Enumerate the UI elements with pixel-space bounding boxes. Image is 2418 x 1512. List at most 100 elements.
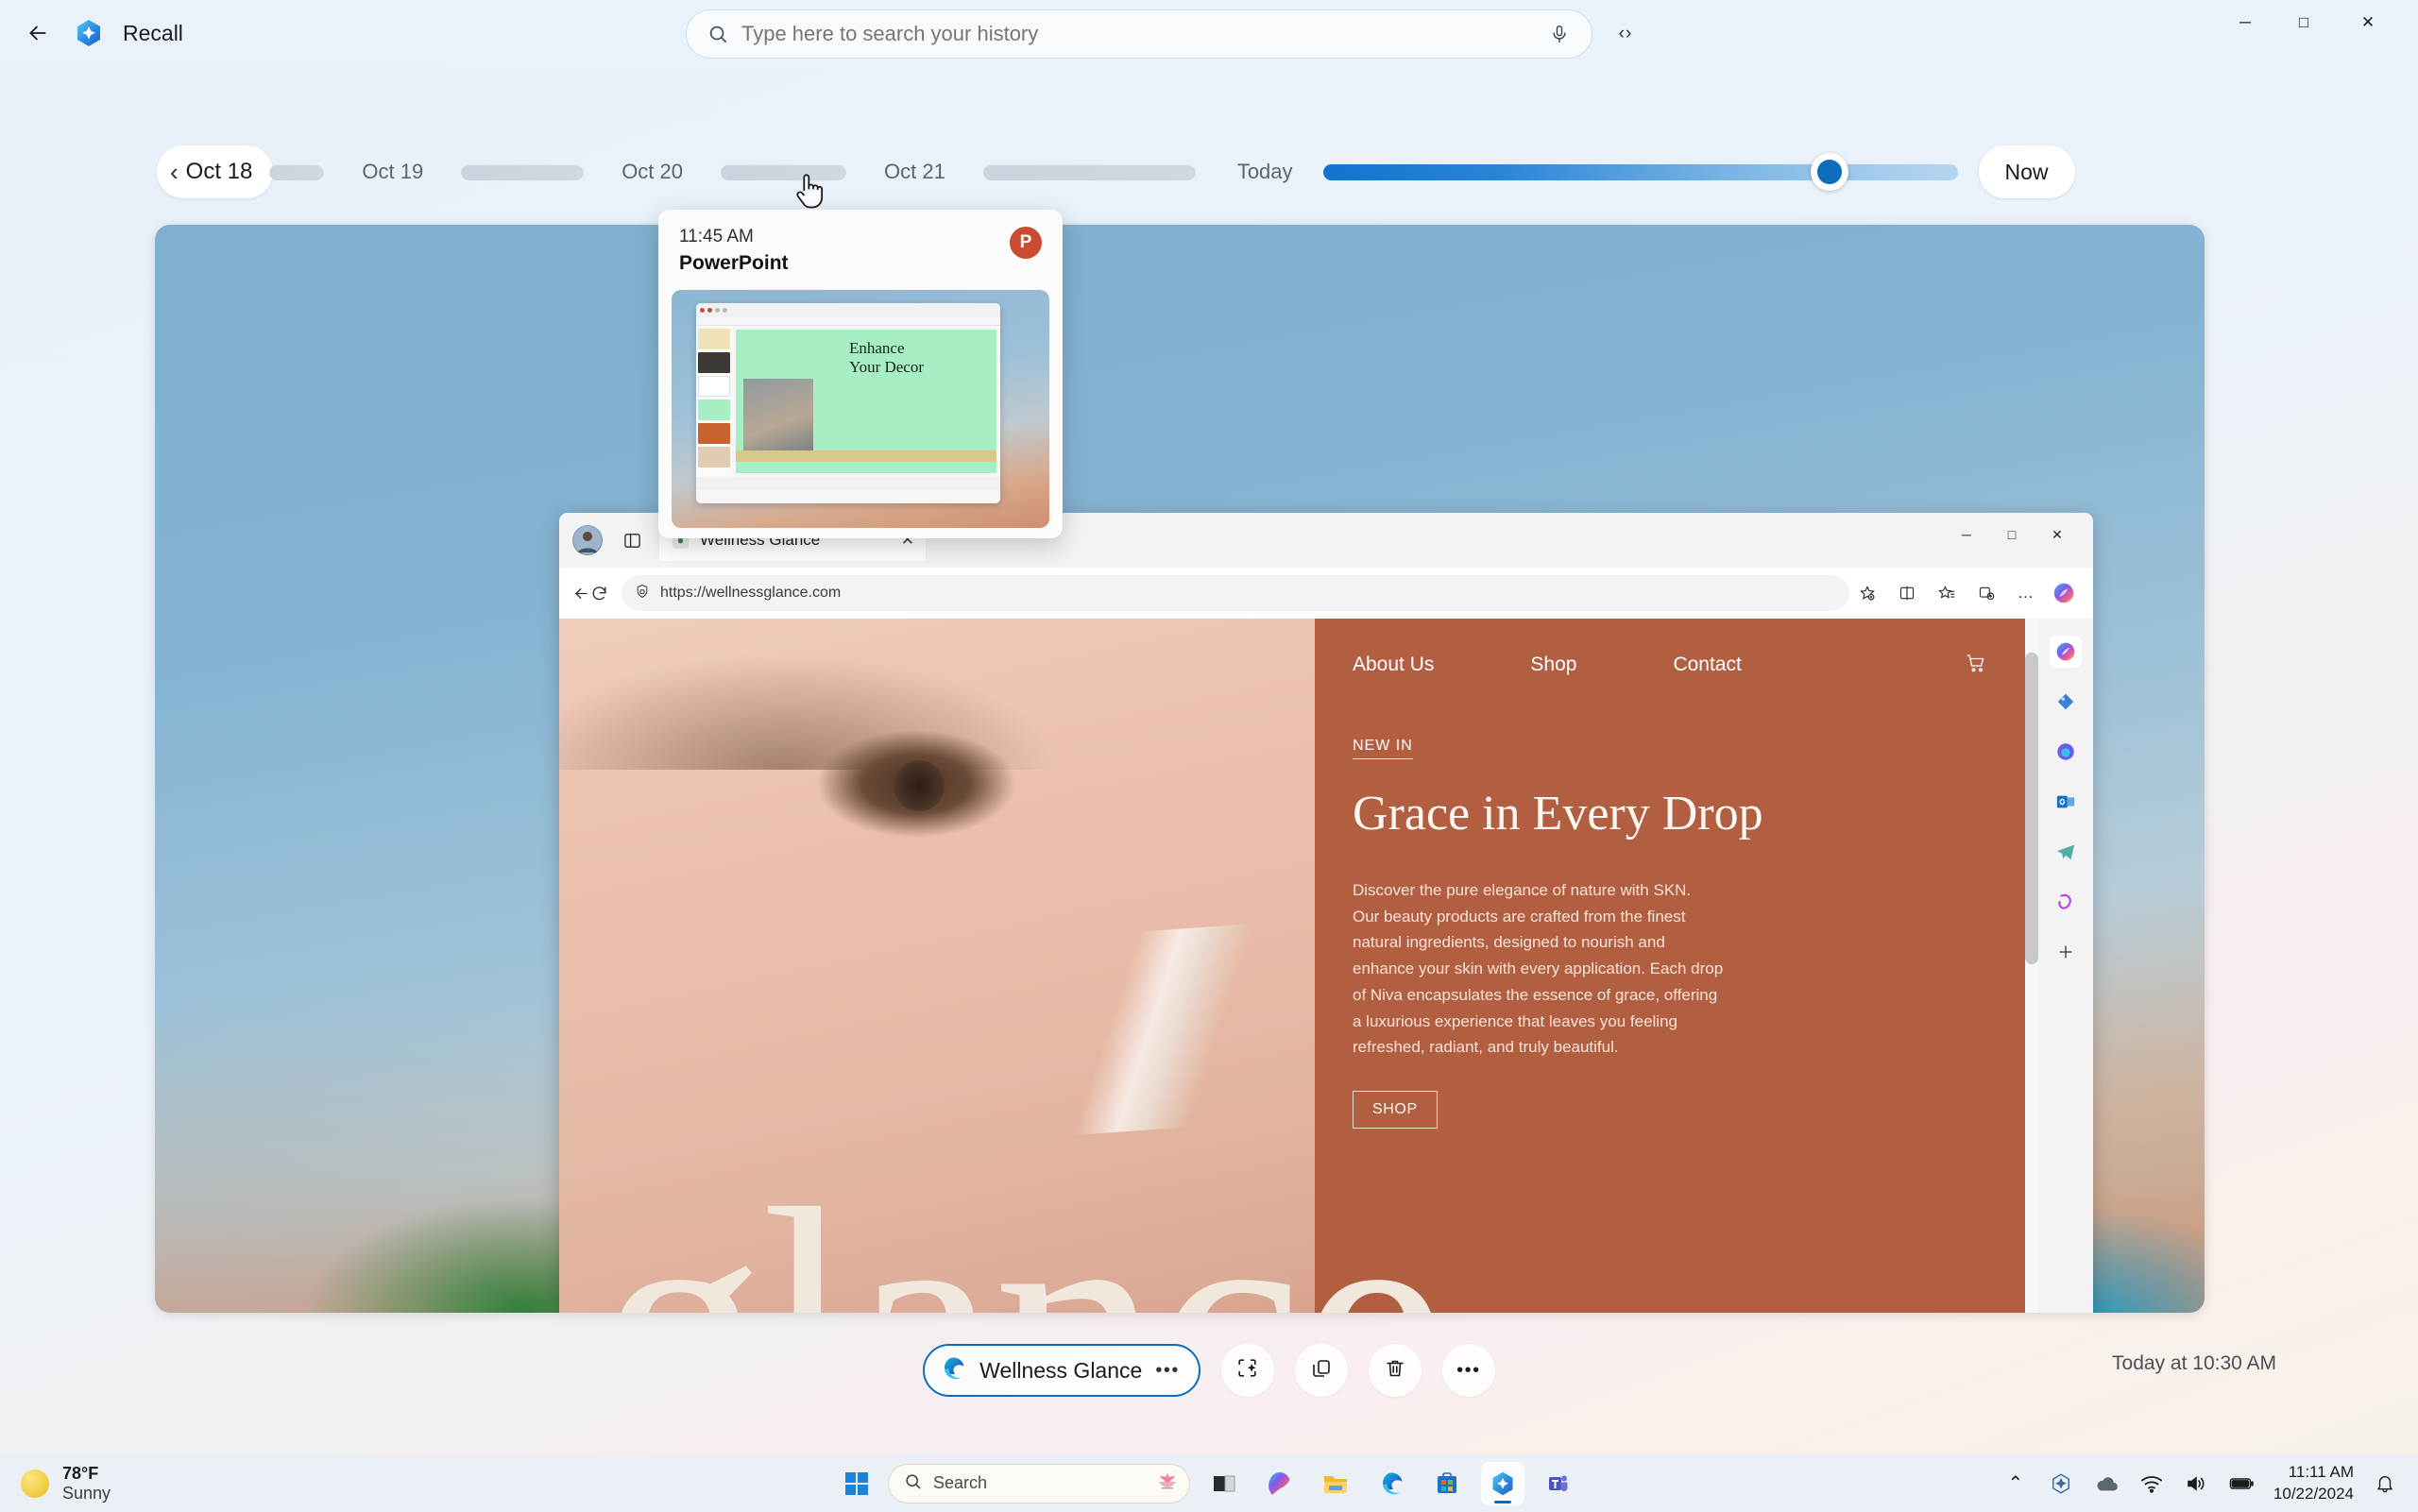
add-to-collections-icon[interactable]	[1849, 575, 1885, 611]
url-bar[interactable]: https://wellnessglance.com	[622, 575, 1849, 611]
window-minimize-button[interactable]: ─	[2216, 0, 2274, 45]
taskbar-center-group: Search	[838, 1461, 1580, 1505]
weather-condition: Sunny	[62, 1483, 111, 1503]
outlook-icon[interactable]	[2050, 786, 2082, 818]
search-input[interactable]	[741, 22, 1541, 46]
ppt-ribbon	[696, 317, 1000, 326]
wifi-icon[interactable]	[2137, 1470, 2166, 1498]
more-dots-icon: •••	[1456, 1359, 1481, 1381]
games-icon[interactable]	[2050, 886, 2082, 918]
app-chip-wellness-glance[interactable]: Wellness Glance •••	[923, 1344, 1200, 1397]
recall-tray-icon[interactable]	[2047, 1470, 2075, 1498]
edge-minimize-button[interactable]: ─	[1944, 518, 1989, 551]
shop-cta-button[interactable]: SHOP	[1353, 1090, 1438, 1129]
windows-start-icon[interactable]	[838, 1465, 876, 1503]
nav-link-about-us[interactable]: About Us	[1353, 654, 1434, 676]
clock-time: 11:11 AM	[2288, 1463, 2354, 1482]
recall-snapshot-canvas[interactable]: Wellness Glance ✕ ─ □ ✕ https://wellness…	[155, 225, 2205, 1313]
collections-icon[interactable]	[1968, 575, 2004, 611]
preview-card-header: 11:45 AM PowerPoint P	[658, 210, 1063, 284]
nav-link-shop[interactable]: Shop	[1530, 654, 1576, 676]
chevron-left-icon: ‹	[170, 157, 179, 186]
volume-icon[interactable]	[2183, 1470, 2211, 1498]
edge-icon[interactable]	[1370, 1462, 1413, 1505]
timeline-slider-thumb[interactable]	[1810, 152, 1848, 191]
windows-taskbar: 78°F Sunny Search ⌃ 11:11 AM 10/22/2024	[0, 1454, 2418, 1512]
timeline-segment[interactable]	[982, 163, 1196, 180]
timeline-day-label-oct21[interactable]: Oct 21	[884, 160, 945, 184]
site-hero-content: NEW IN Grace in Every Drop Discover the …	[1315, 711, 2093, 1129]
app-chip-more-icon[interactable]: •••	[1155, 1360, 1180, 1382]
preview-thumbnail[interactable]: Enhance Your Decor	[672, 290, 1049, 528]
delete-button[interactable]	[1368, 1344, 1422, 1397]
copilot-icon[interactable]	[2048, 577, 2080, 609]
hero-eyebrow: NEW IN	[1353, 738, 1413, 759]
more-button[interactable]: •••	[1441, 1344, 1495, 1397]
timeline-current-day-chip[interactable]: ‹ Oct 18	[157, 145, 274, 198]
page-scrollbar-thumb[interactable]	[2025, 653, 2038, 964]
timeline-slider-track[interactable]	[1322, 152, 1958, 191]
browser-back-icon[interactable]	[572, 575, 590, 611]
timeline-day-label-oct20[interactable]: Oct 20	[622, 160, 683, 184]
timeline-segment[interactable]	[461, 163, 585, 180]
recall-logo-icon	[72, 16, 106, 50]
ppt-slide-title: Enhance Your Decor	[849, 339, 925, 376]
add-sidebar-icon[interactable]	[2050, 936, 2082, 968]
powerpoint-window-thumbnail: Enhance Your Decor	[696, 303, 1000, 503]
tab-actions-icon[interactable]	[616, 524, 648, 556]
powerpoint-icon: P	[1010, 227, 1042, 259]
battery-icon[interactable]	[2228, 1470, 2256, 1498]
shopping-cart-icon[interactable]	[1965, 652, 1987, 679]
taskview-icon[interactable]	[1202, 1462, 1246, 1505]
copilot-icon[interactable]	[1258, 1462, 1302, 1505]
click-to-do-button[interactable]	[1220, 1344, 1274, 1397]
split-screen-icon[interactable]	[1889, 575, 1925, 611]
window-maximize-button[interactable]: □	[2274, 0, 2333, 45]
microphone-icon[interactable]	[1541, 15, 1578, 53]
avatar[interactable]	[572, 525, 603, 555]
timeline-today-label[interactable]: Today	[1237, 160, 1293, 184]
lotus-icon	[1153, 1467, 1182, 1500]
timeline-day-label-oct19[interactable]: Oct 19	[362, 160, 423, 184]
copilot-icon[interactable]	[2050, 636, 2082, 668]
url-text: https://wellnessglance.com	[660, 585, 842, 601]
window-close-button[interactable]: ✕	[2339, 0, 2397, 45]
teams-icon[interactable]	[1537, 1462, 1580, 1505]
browser-refresh-icon[interactable]	[590, 575, 608, 611]
taskbar-clock[interactable]: 11:11 AM 10/22/2024	[2273, 1462, 2354, 1504]
search-bar[interactable]	[686, 9, 1592, 59]
nav-link-contact[interactable]: Contact	[1673, 654, 1741, 676]
edge-navigation-bar: https://wellnessglance.com …	[559, 568, 2093, 619]
timeline-segment[interactable]	[269, 163, 325, 180]
snapshot-action-bar: Wellness Glance ••• •••	[0, 1334, 2418, 1407]
taskbar-search-box[interactable]: Search	[888, 1463, 1190, 1504]
timeline-scrubber[interactable]: ‹ Oct 18 Oct 19 Oct 20 Oct 21 Today Now	[0, 144, 2418, 200]
onedrive-icon[interactable]	[2092, 1470, 2120, 1498]
microsoft-store-icon[interactable]	[1425, 1462, 1469, 1505]
timeline-segment[interactable]	[721, 163, 846, 180]
now-button[interactable]: Now	[1978, 145, 2075, 198]
search-icon	[904, 1472, 922, 1495]
edge-browser-window[interactable]: Wellness Glance ✕ ─ □ ✕ https://wellness…	[559, 513, 2093, 1313]
hero-photo	[559, 619, 1315, 1313]
copy-button[interactable]	[1294, 1344, 1348, 1397]
edge-close-button[interactable]: ✕	[2035, 518, 2080, 551]
timeline-hover-preview-card[interactable]: 11:45 AM PowerPoint P Enhance Your Decor	[658, 210, 1063, 538]
telegram-icon[interactable]	[2050, 836, 2082, 868]
edge-maximize-button[interactable]: □	[1989, 518, 2035, 551]
favorites-icon[interactable]	[1929, 575, 1965, 611]
recall-icon[interactable]	[1481, 1461, 1524, 1505]
more-options-icon[interactable]: ‹›	[1606, 21, 1645, 47]
back-arrow-icon[interactable]	[17, 12, 59, 54]
snapshot-capture-time: Today at 10:30 AM	[2112, 1352, 2276, 1374]
site-navigation: About Us Shop Contact	[1315, 619, 2093, 711]
hero-paragraph: Discover the pure elegance of nature wit…	[1353, 881, 1724, 1057]
taskbar-weather-widget[interactable]: 78°F Sunny	[21, 1464, 111, 1503]
shopping-tag-icon[interactable]	[2050, 686, 2082, 718]
chevron-up-icon[interactable]: ⌃	[2001, 1470, 2030, 1498]
edge-drop-icon[interactable]	[2050, 736, 2082, 768]
edge-icon	[940, 1355, 966, 1386]
bell-icon[interactable]	[2371, 1470, 2399, 1498]
file-explorer-icon[interactable]	[1314, 1462, 1357, 1505]
settings-more-icon[interactable]: …	[2008, 575, 2044, 611]
